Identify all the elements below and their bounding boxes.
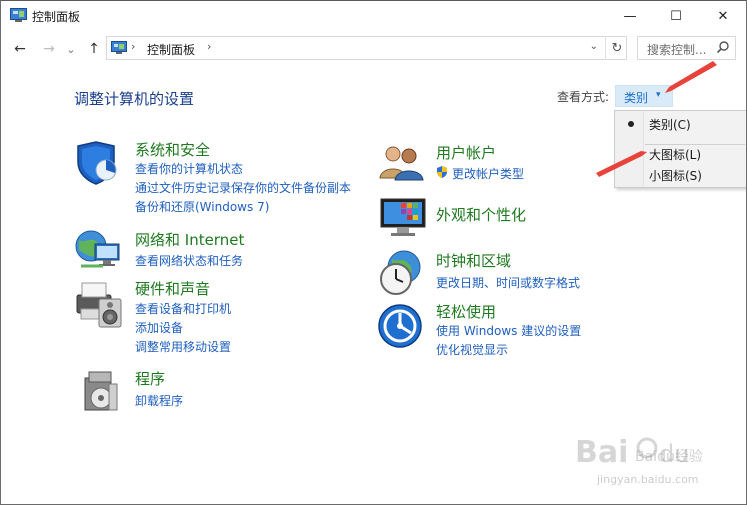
watermark-brand: Baidu经验 bbox=[635, 449, 703, 465]
svg-text:Bai: Bai bbox=[575, 435, 628, 470]
control-panel-window: 控制面板 — ☐ ✕ ← → ⌄ ↑ › 控制面板 › ⌄ ↻ 搜索控制... bbox=[0, 0, 747, 505]
annotation-arrow-bottom bbox=[596, 151, 647, 177]
annotation-arrow-top bbox=[665, 61, 717, 93]
watermark-url: jingyan.baidu.com bbox=[597, 473, 699, 486]
